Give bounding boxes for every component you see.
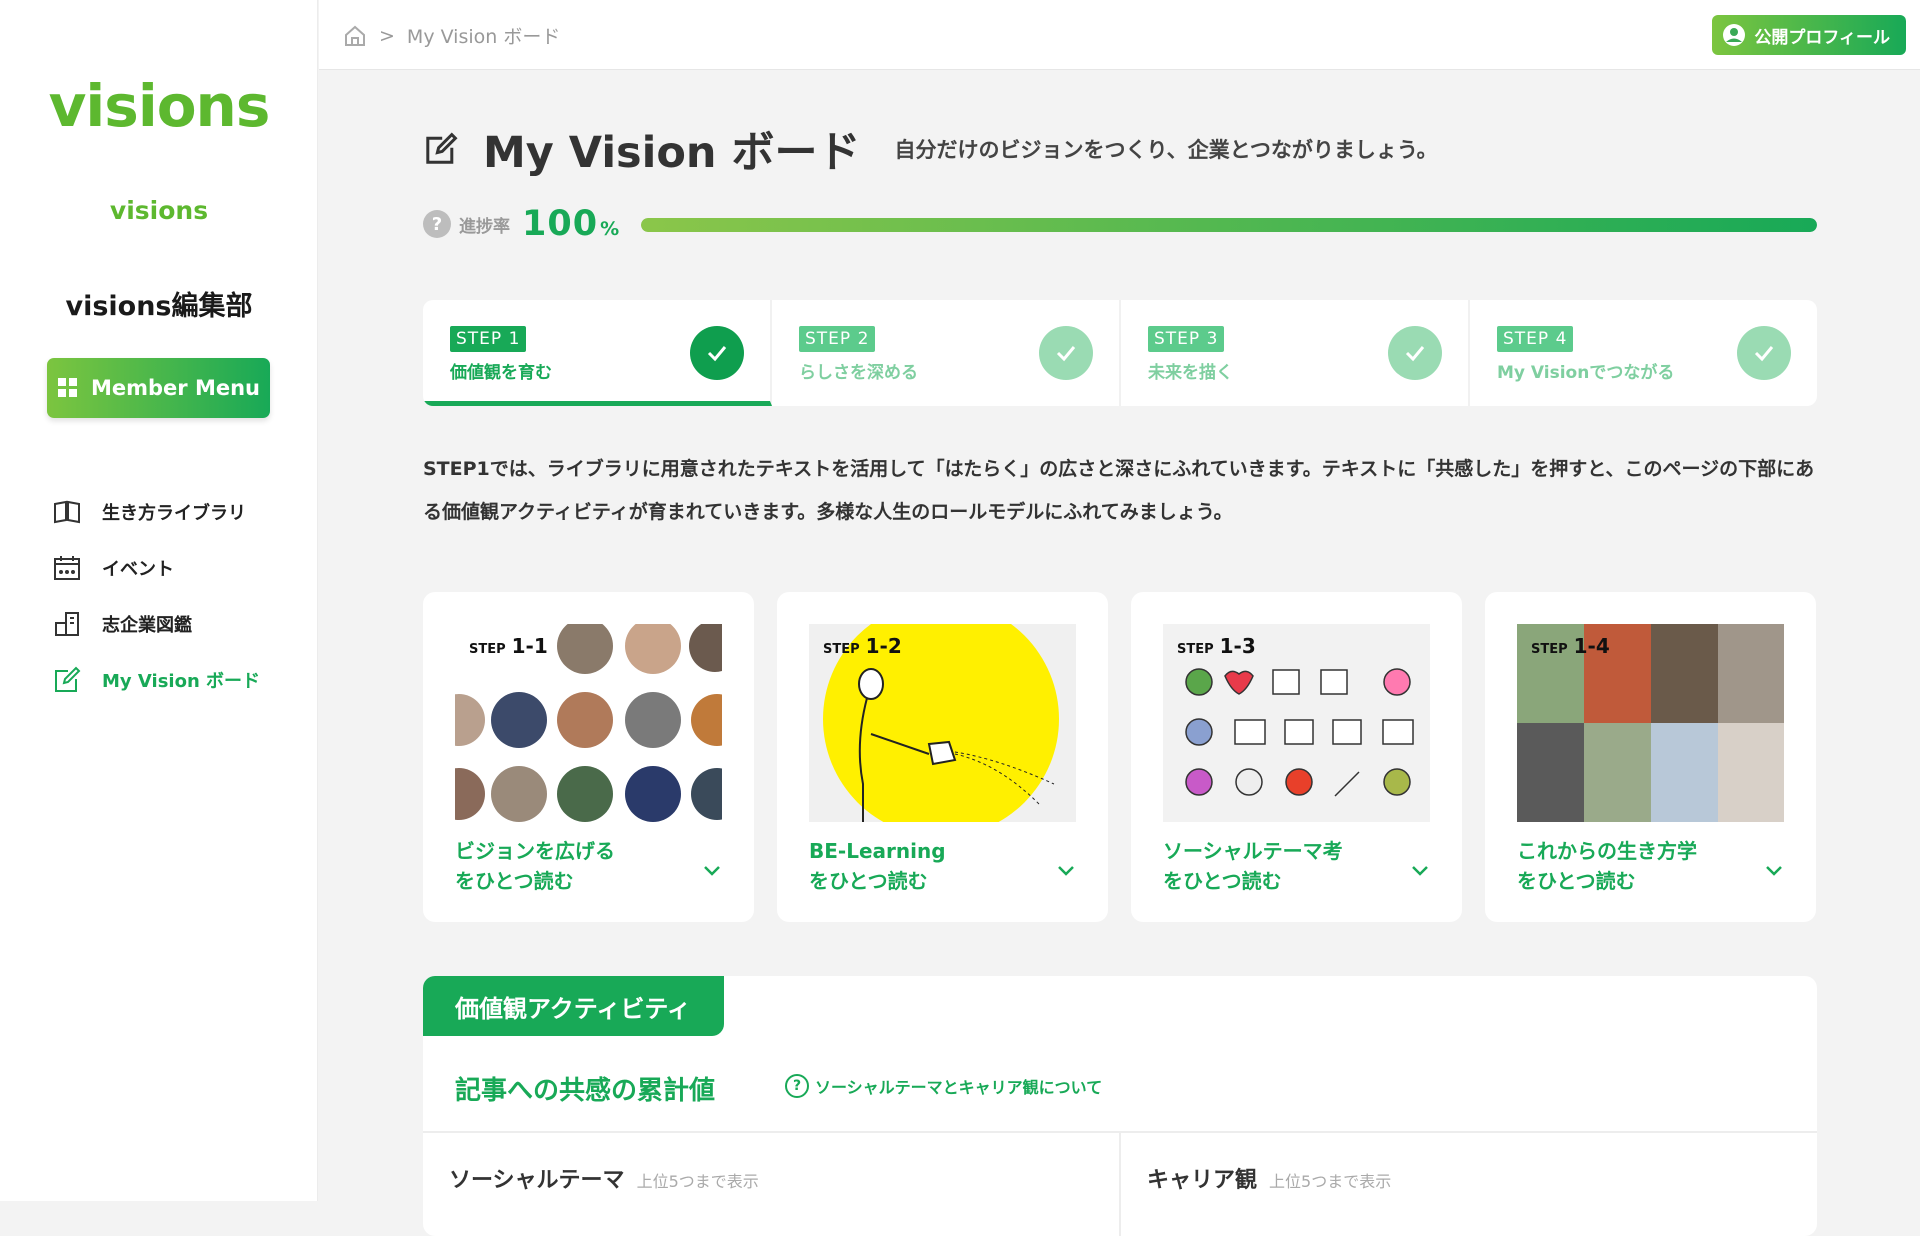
card-step-label: STEP 1-1 [469,634,548,658]
sidebar-item-library[interactable]: 生き方ライブラリ [52,484,260,540]
sidebar-nav: 生き方ライブラリ イベント 志企業図鑑 My Vision ボード [52,484,260,708]
grid-icon [57,378,77,397]
home-icon[interactable] [343,24,367,48]
check-icon [1039,326,1093,380]
step-cards: STEP 1-1 ビジョンを広げる をひとつ読む STEP 1-2 BE-Lea… [423,592,1817,922]
title-row: My Vision ボード 自分だけのビジョンをつくり、企業とつながりましょう。 [423,118,1817,180]
sidebar-item-companies[interactable]: 志企業図鑑 [52,596,260,652]
building-icon [55,612,79,636]
breadcrumb: > My Vision ボード [343,22,560,49]
public-profile-label: 公開プロフィール [1754,27,1890,48]
help-link-label: ソーシャルテーマとキャリア観について [815,1078,1103,1097]
edit-icon [426,132,458,164]
career-view-column-header: キャリア観 上位5つまで表示 [1147,1162,1391,1194]
tab-step-1[interactable]: STEP 1 価値観を育む [423,300,772,406]
progress-value: 100 [522,204,599,244]
step-title: 未来を描く [1148,363,1233,383]
book-icon [54,500,80,524]
user-icon [1723,24,1746,46]
activity-heading: 記事への共感の累計値 [455,1076,716,1106]
card-thumbnail: STEP 1-2 [809,624,1076,822]
chevron-down-icon[interactable] [702,860,722,880]
chevron-down-icon[interactable] [1056,860,1076,880]
chevron-down-icon[interactable] [1764,860,1784,880]
social-theme-title: ソーシャルテーマ [449,1168,625,1193]
page-title: My Vision ボード [483,128,861,178]
calendar-icon [54,556,80,580]
social-theme-help-link[interactable]: ? ソーシャルテーマとキャリア観について [785,1074,1102,1098]
card-title: これからの生き方学 をひとつ読む [1517,839,1697,893]
sidebar-item-label: 志企業図鑑 [102,615,192,636]
values-activity-tab: 価値観アクティビティ [423,976,724,1036]
page-subtitle: 自分だけのビジョンをつくり、企業とつながりましょう。 [894,138,1438,162]
card-thumbnail: STEP 1-4 [1517,624,1784,822]
step-badge: STEP 4 [1497,326,1574,352]
step-title: My Visionでつながる [1497,363,1675,383]
chevron-right-icon: > [379,24,395,47]
progress-unit: % [600,218,620,240]
values-activity-panel: 価値観アクティビティ 記事への共感の累計値 ? ソーシャルテーマとキャリア観につ… [423,976,1817,1236]
chevron-down-icon[interactable] [1410,860,1430,880]
sidebar: visions visions visions編集部 Member Menu 生… [0,0,318,1201]
progress-label: 進捗率 [459,216,510,237]
help-icon[interactable]: ? [423,210,451,238]
social-theme-note: 上位5つまで表示 [636,1172,759,1191]
member-menu-label: Member Menu [90,376,260,400]
tab-step-3[interactable]: STEP 3 未来を描く [1121,300,1470,406]
check-icon [690,326,744,380]
progress-bar-fill [641,218,1817,232]
career-view-title: キャリア観 [1147,1168,1258,1193]
progress-row: ? 進捗率 100 % [423,200,1817,248]
sidebar-item-label: 生き方ライブラリ [102,503,246,524]
card-title: ソーシャルテーマ考 をひとつ読む [1163,839,1343,893]
edit-icon [55,666,81,692]
organization-name: visions編集部 [65,291,253,322]
card-step-label: STEP 1-4 [1531,634,1610,658]
progress-bar [641,218,1817,232]
logo[interactable]: visions [0,72,318,140]
card-thumbnail: STEP 1-3 [1163,624,1430,822]
breadcrumb-current: My Vision ボード [406,26,561,48]
step-title: らしさを深める [799,363,918,383]
sidebar-item-my-vision[interactable]: My Vision ボード [52,652,260,708]
step-card-1-3[interactable]: STEP 1-3 ソーシャルテーマ考 をひとつ読む [1131,592,1462,922]
step-badge: STEP 3 [1148,326,1225,352]
divider [1119,1131,1121,1236]
social-theme-column-header: ソーシャルテーマ 上位5つまで表示 [449,1162,759,1194]
step-description: STEP1では、ライブラリに用意されたテキストを活用して「はたらく」の広さと深さ… [423,458,1815,523]
tab-step-2[interactable]: STEP 2 らしさを深める [772,300,1121,406]
sidebar-item-events[interactable]: イベント [52,540,260,596]
tab-step-4[interactable]: STEP 4 My Visionでつながる [1470,300,1817,406]
step-card-1-1[interactable]: STEP 1-1 ビジョンを広げる をひとつ読む [423,592,754,922]
member-menu-button[interactable]: Member Menu [47,358,270,418]
card-title: BE-Learning をひとつ読む [809,839,946,893]
sidebar-item-label: イベント [102,559,174,580]
sidebar-item-label: My Vision ボード [102,671,261,692]
public-profile-button[interactable]: 公開プロフィール [1712,15,1906,55]
card-thumbnail: STEP 1-1 [455,624,722,822]
organization-logo: visions [109,196,209,225]
step-card-1-2[interactable]: STEP 1-2 BE-Learning をひとつ読む [777,592,1108,922]
card-step-label: STEP 1-3 [1177,634,1256,658]
check-icon [1388,326,1442,380]
card-step-label: STEP 1-2 [823,634,902,658]
step-badge: STEP 2 [799,326,876,352]
step-badge: STEP 1 [450,326,527,352]
check-icon [1737,326,1791,380]
card-title: ビジョンを広げる をひとつ読む [455,839,615,893]
top-bar: > My Vision ボード 公開プロフィール [319,0,1920,70]
question-icon: ? [785,1074,809,1098]
step-title: 価値観を育む [450,363,552,383]
career-view-note: 上位5つまで表示 [1269,1172,1392,1191]
step-card-1-4[interactable]: STEP 1-4 これからの生き方学 をひとつ読む [1485,592,1816,922]
step-tabs: STEP 1 価値観を育む STEP 2 らしさを深める STEP 3 未来を描… [423,300,1817,406]
